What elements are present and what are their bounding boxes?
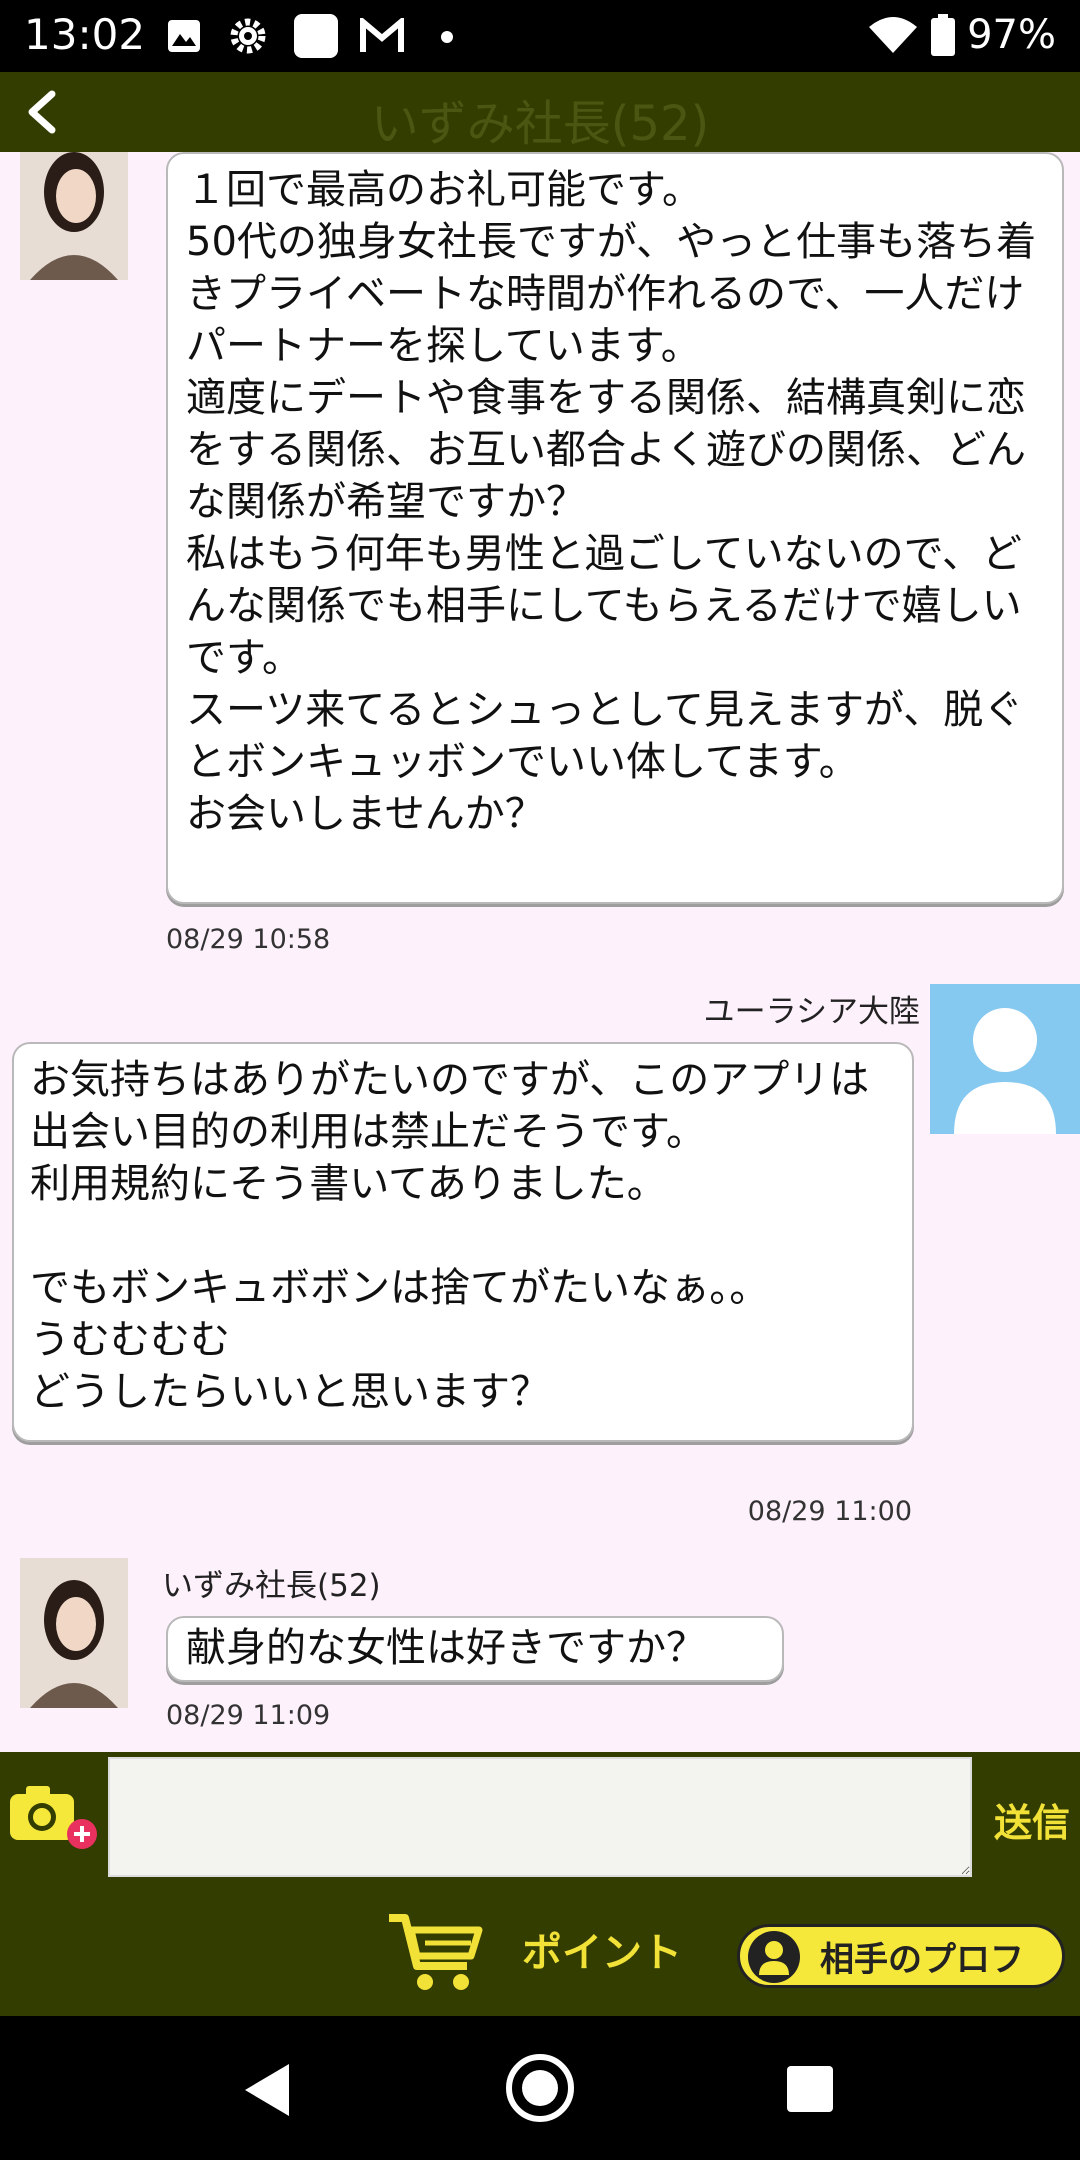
message-bubble-mine[interactable]: お気持ちはありがたいのですが、このアプリは出会い目的の利用は禁止だそうです。 利… xyxy=(12,1042,914,1442)
profile-person-icon xyxy=(748,1931,800,1983)
user-placeholder-icon xyxy=(954,1008,1056,1134)
partner-avatar[interactable] xyxy=(20,152,128,280)
partner-photo-icon xyxy=(20,1558,128,1708)
camera-add-icon[interactable] xyxy=(8,1782,100,1854)
chat-header: いずみ社長(52) xyxy=(0,72,1080,152)
message-timestamp: 08/29 11:00 xyxy=(747,1496,912,1527)
sender-name: いずみ社長(52) xyxy=(162,1568,381,1604)
status-bar: 13:02 97% xyxy=(0,0,1080,72)
message-bubble-partner[interactable]: 献身的な女性は好きですか？ xyxy=(166,1616,784,1682)
points-link[interactable]: ポイント xyxy=(522,1920,682,1978)
status-right: 97% xyxy=(867,12,1056,58)
message-composer: 送信 ポイント 相手のプロフ xyxy=(0,1752,1080,2016)
partner-photo-icon xyxy=(20,152,128,280)
wifi-icon xyxy=(869,17,918,53)
settings-icon xyxy=(230,18,266,54)
partner-profile-button[interactable]: 相手のプロフ xyxy=(737,1924,1065,1988)
message-input[interactable] xyxy=(108,1757,972,1877)
send-button[interactable]: 送信 xyxy=(994,1792,1070,1847)
message-timestamp: 08/29 10:58 xyxy=(166,924,331,955)
my-avatar[interactable] xyxy=(930,984,1080,1134)
nav-recents-icon[interactable] xyxy=(787,2066,833,2112)
nav-back-icon[interactable] xyxy=(245,2064,289,2116)
status-time: 13:02 xyxy=(24,10,146,59)
sender-name: ユーラシア大陸 xyxy=(703,994,920,1030)
gmail-icon xyxy=(360,18,404,52)
notification-dot-icon xyxy=(441,31,453,43)
chat-messages[interactable]: １回で最高のお礼可能です。 50代の独身女社長ですが、やっと仕事も落ち着きプライ… xyxy=(0,152,1080,1752)
battery-percent: 97% xyxy=(967,12,1056,58)
nav-home-icon[interactable] xyxy=(506,2054,574,2122)
chat-partner-title: いずみ社長(52) xyxy=(370,96,710,152)
message-timestamp: 08/29 11:09 xyxy=(166,1700,331,1731)
app-square-icon xyxy=(294,14,338,58)
image-icon xyxy=(168,20,200,52)
partner-avatar[interactable] xyxy=(20,1558,128,1708)
message-bubble-partner[interactable]: １回で最高のお礼可能です。 50代の独身女社長ですが、やっと仕事も落ち着きプライ… xyxy=(166,152,1064,904)
profile-button-label: 相手のプロフ xyxy=(820,1939,1024,1980)
system-nav-bar xyxy=(0,2016,1080,2160)
cart-icon[interactable] xyxy=(385,1910,485,1994)
battery-icon xyxy=(931,14,956,56)
